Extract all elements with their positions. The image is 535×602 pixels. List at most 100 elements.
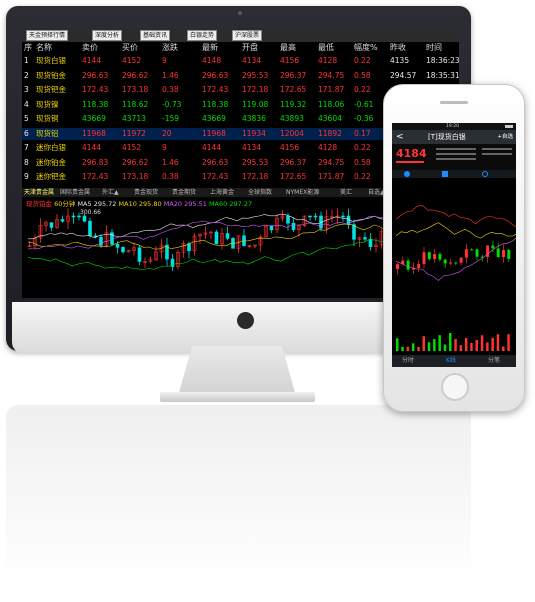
phone-candle-body: [417, 263, 421, 269]
toolbar-button-3[interactable]: 基础资讯: [140, 30, 171, 41]
cell-high: 172.65: [280, 172, 307, 181]
tab-tianjin[interactable]: 天津贵金属: [24, 188, 54, 197]
tab-intl-metals[interactable]: 国际贵金属: [60, 188, 90, 197]
draw-icon[interactable]: [442, 171, 448, 177]
col-pct: 幅度%: [354, 43, 378, 52]
phone-volume-bar: [459, 345, 463, 351]
cell-bid: 4152: [122, 56, 142, 65]
candle-body: [286, 215, 290, 224]
phone-volume-bar: [411, 343, 415, 351]
table-row[interactable]: 2 现货铂金 296.63 296.62 1.46 296.63 295.53 296.37 2…: [22, 70, 459, 82]
cell-chg: 9: [162, 143, 167, 152]
add-watch-button[interactable]: +自选: [497, 130, 513, 144]
phone-price: 4184: [396, 147, 427, 160]
cell-bid: 173.18: [122, 172, 149, 181]
top-toolbar: 天金预择行情 深度分析 基础资讯 白银走势 沪深股票: [22, 28, 459, 42]
phone-volume-bar: [486, 342, 489, 351]
tab-shanghai-gold[interactable]: 上海黄金: [210, 188, 234, 197]
col-name: 名称: [36, 43, 52, 52]
col-time: 时间: [426, 43, 442, 52]
tab-forex[interactable]: 外汇▲: [102, 188, 119, 197]
cell-ask: 4144: [82, 143, 102, 152]
phone-volume-bar: [433, 339, 436, 351]
tab-kline[interactable]: K线: [446, 355, 456, 367]
cell-high: 4156: [280, 143, 300, 152]
phone-volume-bar: [507, 334, 510, 351]
tab-futures[interactable]: 贵金期货: [172, 188, 196, 197]
cell-high: 119.32: [280, 99, 307, 109]
cell-chg: 20: [162, 128, 172, 138]
tab-global-index[interactable]: 全球指数: [248, 188, 272, 197]
cell-last: 118.38: [202, 99, 229, 109]
battery-icon: [505, 125, 513, 128]
candle-body: [99, 236, 103, 246]
phone-candle-body: [464, 249, 468, 258]
webcam: [238, 11, 242, 15]
tab-spot[interactable]: 贵金现货: [134, 188, 158, 197]
phone-candle-body: [486, 245, 490, 258]
cell-chg: 0.38: [162, 85, 179, 94]
cell-last: 172.43: [202, 172, 229, 181]
cell-idx: 5: [24, 114, 29, 123]
cell-name: 现货铜: [36, 114, 59, 123]
cell-name: 迷你白银: [36, 143, 66, 152]
cell-idx: 3: [24, 85, 29, 94]
cell-open: 295.53: [242, 157, 269, 167]
indicator-icon[interactable]: [404, 171, 410, 177]
cell-idx: 6: [24, 128, 29, 138]
toolbar-button-1[interactable]: 天金预择行情: [26, 30, 69, 41]
cell-high: 296.37: [280, 70, 307, 80]
cell-time: 18:36:23: [426, 56, 459, 65]
cell-low: 43604: [318, 114, 342, 123]
phone-candle-body: [422, 252, 426, 264]
candle-body: [82, 215, 87, 222]
cell-ask: 118.38: [82, 99, 109, 109]
cell-low: 294.75: [318, 157, 345, 167]
phone-volume-bar: [422, 336, 425, 351]
cell-low: 4128: [318, 56, 338, 65]
phone-volume-bar: [427, 342, 431, 351]
candle-body: [88, 220, 92, 237]
candle-body: [269, 225, 274, 231]
cell-name: 现货铂金: [36, 70, 66, 80]
table-row[interactable]: 1 现货白银 4144 4152 9 4148 4134 4156 4128 0.22 4135 18…: [22, 55, 459, 67]
monitor-logo: [237, 312, 254, 329]
tab-ticks[interactable]: 分笔: [488, 355, 500, 367]
phone-candle-body: [491, 245, 495, 249]
back-button[interactable]: <: [396, 130, 404, 144]
cell-open: 119.08: [242, 99, 269, 109]
toolbar-button-2[interactable]: 深度分析: [92, 30, 123, 41]
phone-screen: 19:20 < [T]现货白银 +自选 4184 分时 K线 分笔: [392, 123, 516, 367]
phone-ma-line: [395, 205, 516, 228]
home-button[interactable]: [441, 373, 469, 401]
toolbar-button-5[interactable]: 沪深股票: [232, 30, 263, 41]
cell-name: 现货钯金: [36, 85, 66, 94]
cell-prev: 4135: [390, 56, 410, 65]
tab-usd[interactable]: 美汇: [340, 188, 352, 197]
cell-idx: 4: [24, 99, 29, 109]
tab-timeshare[interactable]: 分时: [402, 355, 414, 367]
smartphone: 19:20 < [T]现货白银 +自选 4184 分时 K线 分笔: [383, 84, 525, 412]
candle-body: [71, 215, 76, 218]
col-open: 开盘: [242, 43, 258, 52]
phone-volume-bar: [438, 335, 441, 351]
phone-candle-body: [459, 257, 463, 263]
cell-chg: -159: [162, 114, 180, 123]
phone-volume-bar: [449, 333, 452, 351]
tab-nymex[interactable]: NYMEX能源: [286, 188, 319, 197]
zoom-icon[interactable]: [482, 171, 488, 177]
cell-pct: -0.36: [354, 114, 374, 123]
phone-volume-bar: [454, 339, 457, 351]
cell-pct: -0.61: [354, 99, 374, 109]
toolbar-button-4[interactable]: 白银走势: [187, 30, 218, 41]
phone-candle-body: [396, 264, 399, 269]
candle-body: [341, 215, 345, 218]
phone-candle-body: [475, 249, 479, 257]
cell-open: 4134: [242, 143, 262, 152]
cell-bid: 296.62: [122, 70, 149, 80]
cell-open: 172.18: [242, 172, 269, 181]
cell-idx: 9: [24, 172, 29, 181]
cell-idx: 2: [24, 70, 29, 80]
phone-candle-body: [443, 259, 447, 264]
col-change: 涨跌: [162, 43, 178, 52]
